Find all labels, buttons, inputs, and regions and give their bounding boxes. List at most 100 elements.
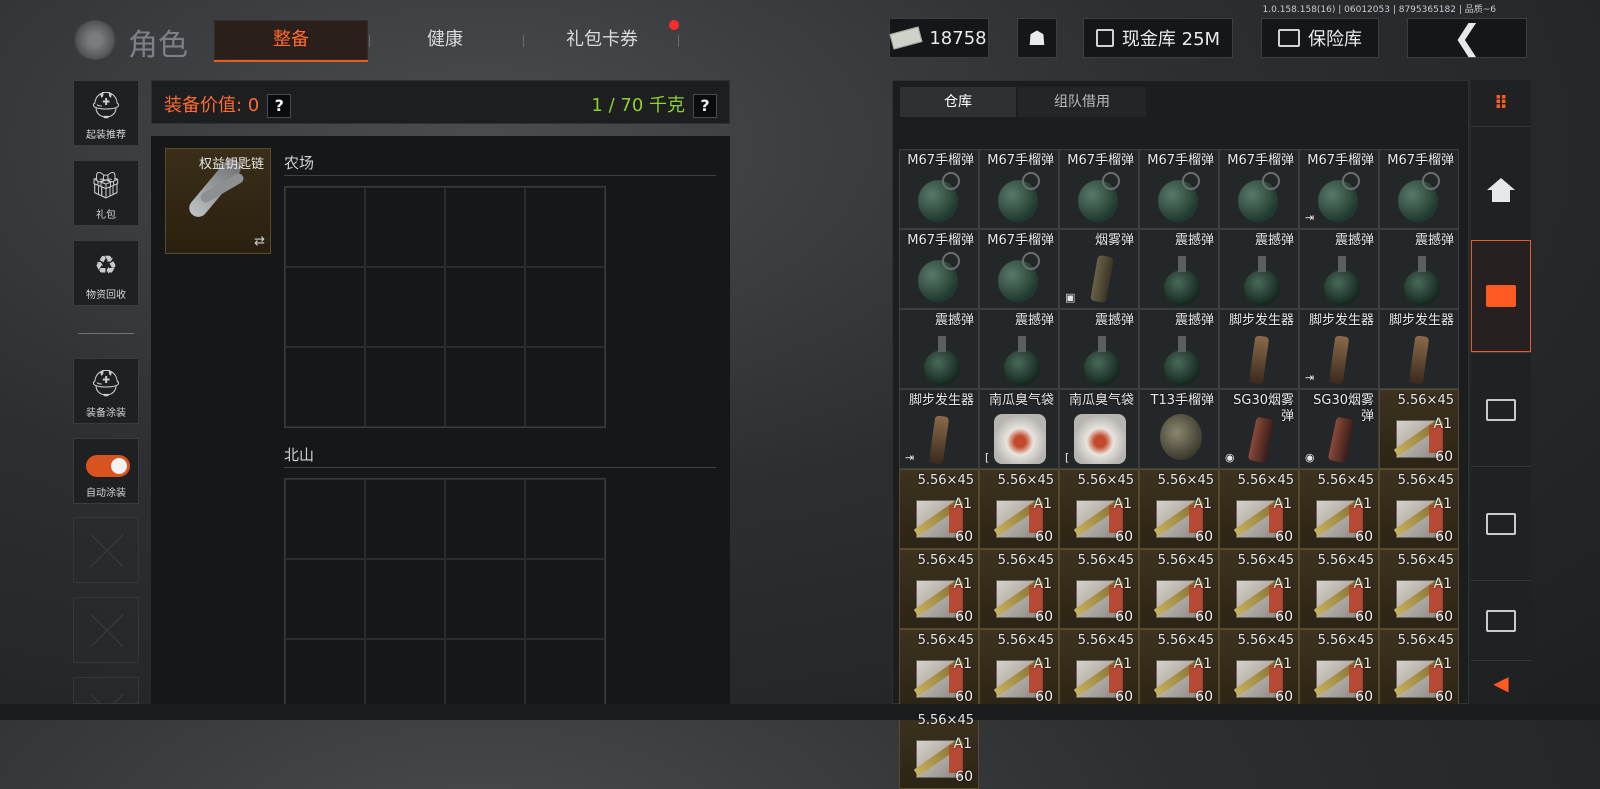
sort-button[interactable]: ⠿	[1471, 80, 1531, 126]
tab-gift-coupons[interactable]: 礼包卡券	[540, 20, 664, 60]
north-mountain-key-grid[interactable]	[284, 478, 606, 706]
currency-display[interactable]: 18758	[889, 18, 989, 58]
warehouse-item[interactable]: 5.56×45 A1 60	[1299, 549, 1379, 629]
warehouse-item[interactable]: 烟雾弹 ▣	[1059, 229, 1139, 309]
key-slot[interactable]	[445, 347, 525, 427]
warehouse-item[interactable]: M67手榴弹	[899, 149, 979, 229]
warehouse-item[interactable]: 5.56×45 A1 60	[1379, 389, 1459, 469]
equipment-paint-button[interactable]: ⛑ 装备涂装	[73, 358, 139, 424]
warehouse-item[interactable]: 5.56×45 A1 60	[1219, 629, 1299, 709]
key-slot[interactable]	[525, 187, 605, 267]
warehouse-item[interactable]: 5.56×45 A1 60	[1139, 629, 1219, 709]
cash-vault-button[interactable]: 现金库 25M	[1083, 18, 1233, 58]
warehouse-item[interactable]: 震撼弹	[1219, 229, 1299, 309]
warehouse-item[interactable]: 5.56×45 A1 60	[899, 549, 979, 629]
warehouse-item[interactable]: 震撼弹	[1299, 229, 1379, 309]
storage-box-1[interactable]	[1471, 240, 1531, 352]
storage-box-2[interactable]	[1471, 352, 1531, 466]
warehouse-item[interactable]: 5.56×45 A1 60	[1219, 549, 1299, 629]
warehouse-item[interactable]: 5.56×45 A1 60	[1379, 629, 1459, 709]
warehouse-item[interactable]: 5.56×45 A1 60	[1219, 469, 1299, 549]
home-button[interactable]	[1471, 126, 1531, 240]
warehouse-item[interactable]: M67手榴弹	[899, 229, 979, 309]
toggle-icon[interactable]	[86, 455, 130, 477]
key-slot[interactable]	[525, 479, 605, 559]
farm-key-grid[interactable]	[284, 186, 606, 428]
warehouse-item[interactable]: 南瓜臭气袋 [	[1059, 389, 1139, 469]
value-help-icon[interactable]: ?	[267, 94, 292, 118]
key-slot[interactable]	[445, 187, 525, 267]
recycle-button[interactable]: ♻ 物资回收	[73, 240, 139, 306]
auto-paint-toggle[interactable]: 自动涂装	[73, 438, 139, 504]
warehouse-item[interactable]: 5.56×45 A1 60	[1059, 629, 1139, 709]
warehouse-item[interactable]: M67手榴弹	[1379, 149, 1459, 229]
warehouse-item[interactable]: 脚步发生器	[1379, 309, 1459, 389]
key-slot[interactable]	[445, 559, 525, 639]
warehouse-item[interactable]: 5.56×45 A1 60	[1299, 469, 1379, 549]
key-slot[interactable]	[365, 267, 445, 347]
tab-warehouse[interactable]: 仓库	[900, 87, 1016, 117]
warehouse-item[interactable]: 5.56×45 A1 60	[899, 469, 979, 549]
key-slot[interactable]	[525, 559, 605, 639]
warehouse-item[interactable]: 5.56×45 A1 60	[899, 709, 979, 789]
warehouse-item[interactable]: 5.56×45 A1 60	[1139, 549, 1219, 629]
warehouse-item[interactable]: 5.56×45 A1 60	[1379, 549, 1459, 629]
keychain-slot[interactable]: 权益钥匙链 ⇄	[165, 148, 271, 254]
key-slot[interactable]	[285, 559, 365, 639]
swap-icon[interactable]: ⇄	[254, 234, 265, 249]
key-slot[interactable]	[285, 347, 365, 427]
warehouse-item[interactable]: 5.56×45 A1 60	[1059, 549, 1139, 629]
storage-box-4[interactable]	[1471, 580, 1531, 660]
warehouse-item[interactable]: 5.56×45 A1 60	[899, 629, 979, 709]
warehouse-item[interactable]: 脚步发生器 ⇥	[1299, 309, 1379, 389]
collapse-button[interactable]: ◀	[1471, 660, 1531, 705]
storage-box-3[interactable]	[1471, 466, 1531, 580]
key-slot[interactable]	[445, 639, 525, 705]
back-button[interactable]: ❮	[1407, 18, 1527, 58]
key-slot[interactable]	[285, 187, 365, 267]
key-slot[interactable]	[365, 347, 445, 427]
tab-team-borrow[interactable]: 组队借用	[1018, 87, 1146, 117]
warehouse-item[interactable]: T13手榴弹	[1139, 389, 1219, 469]
warehouse-item[interactable]: 南瓜臭气袋 [	[979, 389, 1059, 469]
warehouse-item[interactable]: 震撼弹	[1139, 309, 1219, 389]
weight-help-icon[interactable]: ?	[693, 94, 717, 118]
warehouse-item[interactable]: 5.56×45 A1 60	[1299, 629, 1379, 709]
warehouse-item[interactable]: 5.56×45 A1 60	[1379, 469, 1459, 549]
warehouse-item[interactable]: 脚步发生器	[1219, 309, 1299, 389]
key-slot[interactable]	[525, 347, 605, 427]
warehouse-item[interactable]: M67手榴弹	[1219, 149, 1299, 229]
warehouse-item[interactable]: 震撼弹	[899, 309, 979, 389]
warehouse-item[interactable]: 5.56×45 A1 60	[1059, 469, 1139, 549]
warehouse-item[interactable]: SG30烟雾弹 ◉	[1299, 389, 1379, 469]
key-slot[interactable]	[365, 559, 445, 639]
key-slot[interactable]	[365, 187, 445, 267]
warehouse-item[interactable]: M67手榴弹	[1059, 149, 1139, 229]
key-slot[interactable]	[445, 479, 525, 559]
warehouse-item[interactable]: 5.56×45 A1 60	[1139, 469, 1219, 549]
tab-health[interactable]: 健康	[390, 20, 500, 60]
warehouse-item[interactable]: M67手榴弹	[1139, 149, 1219, 229]
key-slot[interactable]	[285, 267, 365, 347]
key-slot[interactable]	[365, 479, 445, 559]
tab-equip[interactable]: 整备	[214, 20, 368, 62]
operator-button[interactable]: ☗	[1017, 18, 1057, 58]
key-slot[interactable]	[285, 479, 365, 559]
key-slot[interactable]	[445, 267, 525, 347]
warehouse-item[interactable]: M67手榴弹	[979, 229, 1059, 309]
warehouse-item[interactable]: 震撼弹	[1059, 309, 1139, 389]
loadout-recommend-button[interactable]: ⛑ 起装推荐	[73, 80, 139, 146]
warehouse-item[interactable]: SG30烟雾弹 ◉	[1219, 389, 1299, 469]
warehouse-item[interactable]: 5.56×45 A1 60	[979, 629, 1059, 709]
warehouse-item[interactable]: 震撼弹	[979, 309, 1059, 389]
warehouse-item[interactable]: 震撼弹	[1139, 229, 1219, 309]
safe-button[interactable]: 保险库	[1261, 18, 1379, 58]
key-slot[interactable]	[285, 639, 365, 705]
gift-button[interactable]: 🎁︎ 礼包	[73, 160, 139, 226]
warehouse-item[interactable]: M67手榴弹	[979, 149, 1059, 229]
key-slot[interactable]	[525, 639, 605, 705]
warehouse-item[interactable]: 震撼弹	[1379, 229, 1459, 309]
warehouse-item[interactable]: 5.56×45 A1 60	[979, 549, 1059, 629]
warehouse-item[interactable]: 5.56×45 A1 60	[979, 469, 1059, 549]
warehouse-item[interactable]: M67手榴弹 ⇥	[1299, 149, 1379, 229]
